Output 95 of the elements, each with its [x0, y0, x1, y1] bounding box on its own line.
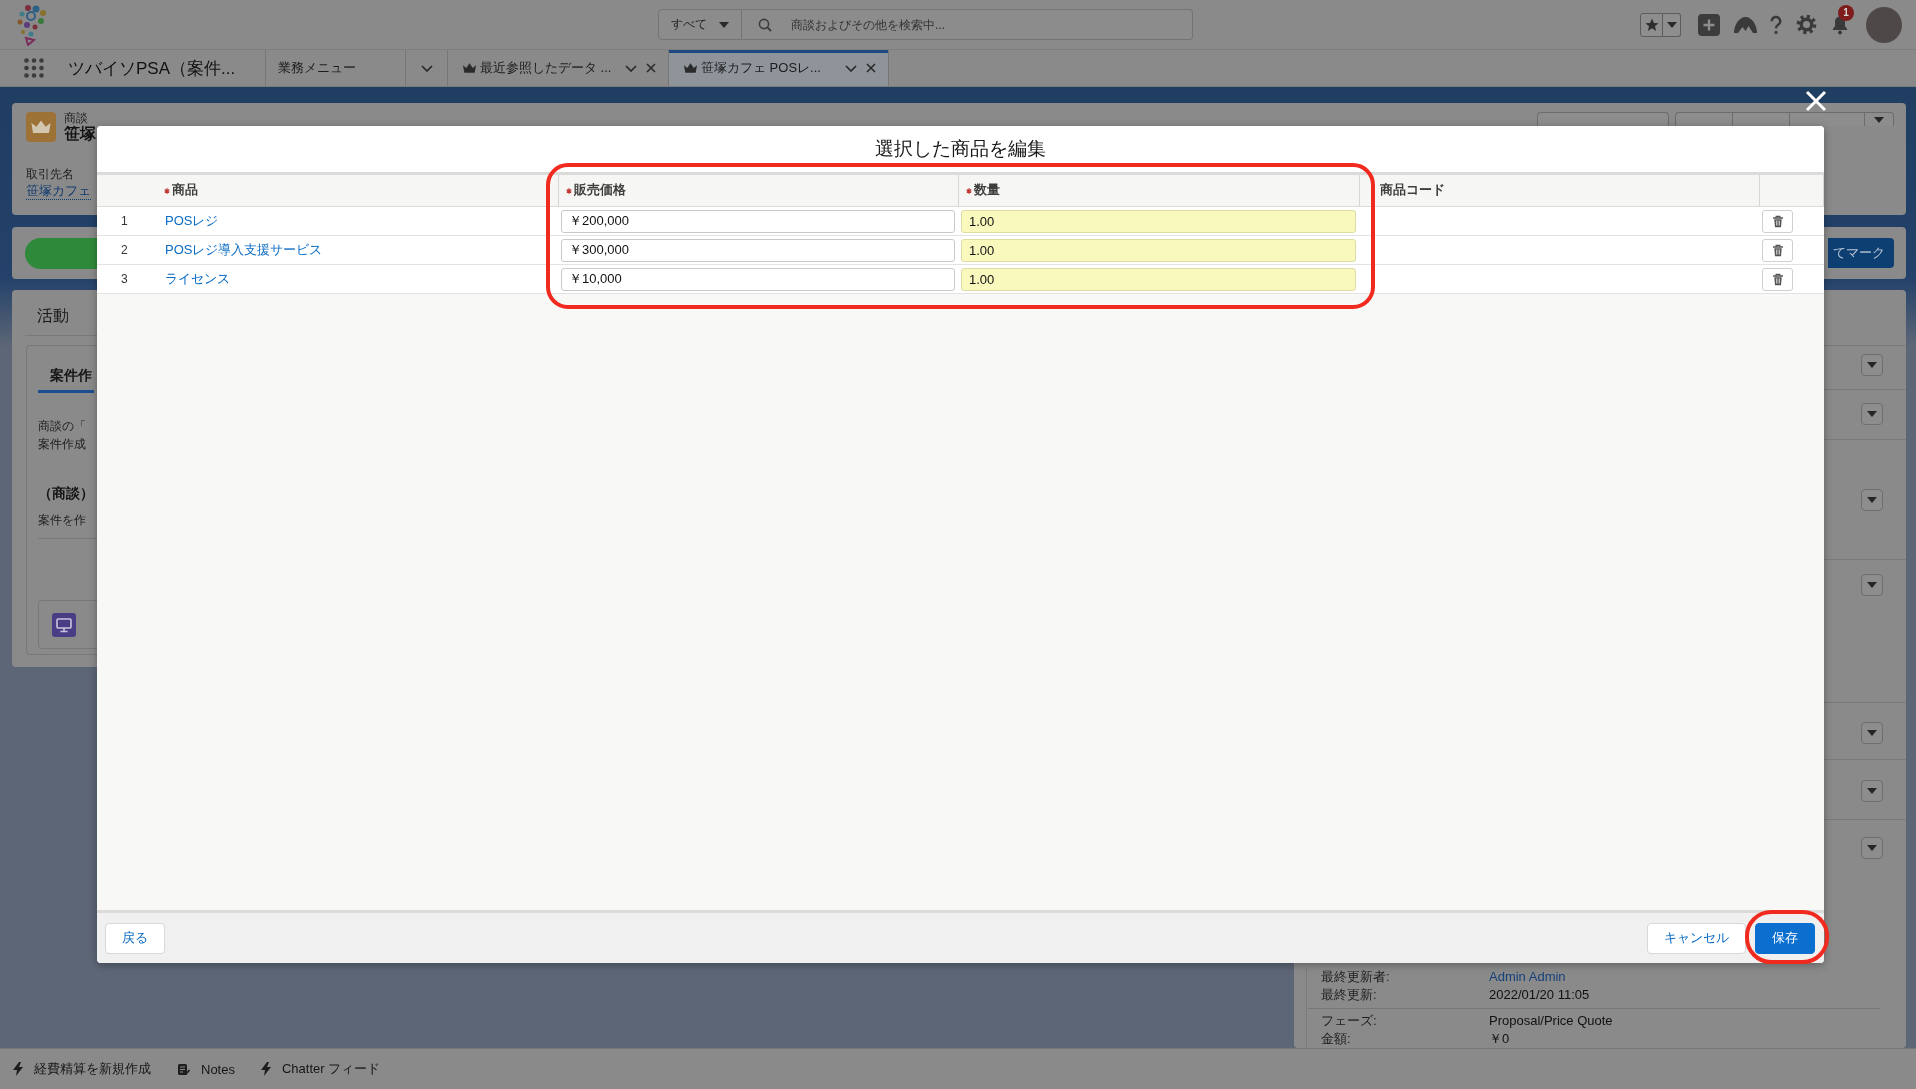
- field-value: Proposal/Price Quote: [1489, 1012, 1613, 1030]
- search-icon: [758, 18, 772, 32]
- modal-title: 選択した商品を編集: [875, 137, 1046, 161]
- chevron-down-icon[interactable]: [420, 64, 433, 72]
- column-header: 商品コード: [1359, 175, 1759, 207]
- mark-complete-button[interactable]: てマーク: [1828, 238, 1894, 268]
- row-number: 2: [120, 243, 128, 257]
- notification-badge: 1: [1838, 4, 1854, 21]
- field-label: フェーズ:: [1321, 1012, 1377, 1030]
- search-scope-dropdown[interactable]: すべて: [658, 9, 742, 40]
- plus-icon[interactable]: [1698, 13, 1720, 36]
- section-heading: （商談）: [38, 484, 94, 503]
- row-number: 1: [120, 214, 128, 228]
- field-value: ￥0: [1489, 1030, 1510, 1048]
- field-label: 取引先名: [26, 167, 74, 181]
- favorites-menu-button[interactable]: [1663, 12, 1681, 37]
- description-text: 案件作成: [38, 436, 86, 453]
- dropdown-button[interactable]: [1861, 574, 1883, 596]
- row-number: 3: [120, 272, 128, 286]
- avatar-icon[interactable]: [1866, 6, 1902, 43]
- close-icon[interactable]: [646, 63, 656, 73]
- product-link[interactable]: POSレジ: [165, 212, 219, 230]
- caret-icon: [1867, 582, 1877, 588]
- delete-button[interactable]: [1762, 209, 1793, 233]
- cancel-button[interactable]: キャンセル: [1647, 922, 1746, 954]
- caret-icon: [1874, 117, 1884, 123]
- dropdown-button[interactable]: [1861, 722, 1883, 744]
- description-text: 商談の「: [38, 418, 86, 435]
- field-label: 最終更新者:: [1321, 968, 1390, 986]
- more-actions-button[interactable]: [1865, 112, 1894, 126]
- activity-title: 活動: [37, 307, 69, 325]
- column-header: 販売価格: [558, 175, 958, 207]
- required-icon: [164, 187, 170, 194]
- search-field[interactable]: 商談およびその他を検索中...: [742, 9, 1193, 40]
- dropdown-button[interactable]: [1861, 489, 1883, 511]
- crown-icon: [462, 62, 477, 74]
- save-button[interactable]: 保存: [1755, 922, 1815, 954]
- utility-item[interactable]: 経費精算を新規作成: [13, 1060, 151, 1078]
- mountain-icon[interactable]: [1733, 14, 1758, 35]
- required-icon: [966, 187, 972, 194]
- record-title: 笹塚: [64, 125, 96, 143]
- price-field[interactable]: ￥300,000: [561, 238, 955, 262]
- dropdown-button[interactable]: [1861, 780, 1883, 802]
- caret-icon: [1867, 497, 1877, 503]
- favorites-button[interactable]: [1640, 12, 1663, 37]
- star-icon: [1644, 17, 1659, 32]
- monitor-icon: [52, 612, 76, 637]
- trash-icon: [1771, 243, 1784, 257]
- dropdown-button[interactable]: [1861, 354, 1883, 376]
- dots-grid-icon[interactable]: [24, 58, 44, 78]
- dropdown-button[interactable]: [1861, 837, 1883, 859]
- crown-icon: [683, 62, 698, 74]
- caret-icon: [1867, 362, 1877, 368]
- quantity-field[interactable]: 1.00: [961, 267, 1356, 291]
- chevron-down-icon[interactable]: [845, 64, 857, 72]
- bolt-icon: [13, 1062, 23, 1076]
- caret-icon: [1867, 845, 1877, 851]
- bolt-icon: [260, 1062, 271, 1076]
- delete-button[interactable]: [1762, 238, 1793, 262]
- price-field[interactable]: ￥10,000: [561, 267, 955, 291]
- trash-icon: [1771, 272, 1784, 286]
- back-button[interactable]: 戻る: [105, 922, 165, 954]
- delete-button[interactable]: [1762, 267, 1793, 291]
- caret-icon: [1867, 730, 1877, 736]
- field-label: 最終更新:: [1321, 986, 1377, 1004]
- object-label: 商談: [64, 112, 89, 125]
- description-text: 案件を作: [38, 512, 86, 529]
- help-icon[interactable]: [1769, 14, 1783, 35]
- caret-icon: [1666, 21, 1677, 28]
- app-name: ツバイソPSA（案件...: [68, 57, 236, 80]
- notes-icon: [177, 1062, 190, 1076]
- column-header: 数量: [958, 175, 1359, 207]
- settings-icon[interactable]: [1796, 14, 1817, 35]
- close-icon[interactable]: [866, 63, 876, 73]
- product-link[interactable]: ライセンス: [165, 270, 230, 288]
- user-link[interactable]: Admin Admin: [1489, 968, 1566, 986]
- chevron-down-icon[interactable]: [625, 64, 637, 72]
- nav-tab[interactable]: 業務メニュー: [265, 50, 405, 86]
- utility-item[interactable]: Notes: [177, 1061, 235, 1077]
- caret-icon: [1867, 411, 1877, 417]
- caret-icon: [1867, 788, 1877, 794]
- field-value: 2022/01/20 11:05: [1489, 986, 1590, 1004]
- account-link[interactable]: 笹塚カフェ: [26, 183, 91, 200]
- caret-icon: [719, 21, 729, 28]
- activity-tab[interactable]: 案件作: [38, 361, 94, 393]
- field-label: 金額:: [1321, 1030, 1351, 1048]
- dropdown-button[interactable]: [1861, 403, 1883, 425]
- price-field[interactable]: ￥200,000: [561, 209, 955, 233]
- crown-icon: [26, 112, 56, 142]
- nav-tab[interactable]: 笹塚カフェ POSレ...: [668, 50, 889, 86]
- utility-item[interactable]: Chatter フィード: [260, 1060, 381, 1078]
- quantity-field[interactable]: 1.00: [961, 238, 1356, 262]
- trash-icon: [1771, 214, 1784, 228]
- quantity-field[interactable]: 1.00: [961, 209, 1356, 233]
- required-icon: [566, 187, 572, 194]
